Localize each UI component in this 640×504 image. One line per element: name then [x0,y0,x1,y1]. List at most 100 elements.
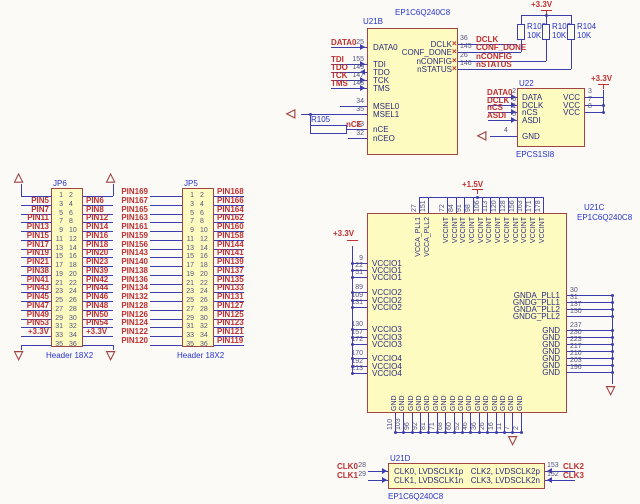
net-label: PIN11 [17,213,49,222]
pin-name: GND [466,393,474,411]
pin-number: 20 [69,271,77,279]
pin-number: 31 [184,323,194,331]
pin-direction-arrow [511,117,516,123]
pin-name: GND [441,393,449,411]
net-label: CLK2 [563,462,584,471]
u21c-pin-wire [352,307,367,308]
u22-pin-wire [585,112,603,113]
pin-name: GND [424,393,432,411]
pin-number: 131 [347,299,363,307]
u22-part-number: EPCS1SI8 [516,150,554,159]
pin-number: 3 [53,201,63,209]
pin-number: 68 [437,415,445,430]
pin-number: 52 [454,415,462,430]
net-label: PIN162 [217,213,244,222]
pin-number: 84 [448,199,456,212]
u22-vcc-bus [603,90,604,97]
pin-name: VCCINT [469,217,477,243]
header-pin-wire [150,257,182,258]
u21c-pin-wire [428,197,429,213]
pin-number: 36 [460,35,468,43]
ground-port-down: ▽ [106,349,115,361]
junction-dot [503,431,506,434]
net-label: PIN143 [116,248,148,257]
pin-number: 128 [500,199,508,212]
pin-number: 26 [200,297,208,305]
junction-dot [394,431,397,434]
net-label: PIN54 [86,318,108,327]
header-pin-wire [214,345,244,346]
net-label: PIN5 [17,196,49,205]
net-label: PIN15 [17,231,49,240]
net-label: PIN167 [116,196,148,205]
pin-name: VCCIO4 [372,369,402,378]
header-pin-wire [150,231,182,232]
pin-name: GND [483,393,491,411]
pin-number: 28 [69,306,77,314]
pin-number: 27 [184,306,194,314]
pin-number: 21 [184,280,194,288]
pin-number: 9 [53,227,63,235]
power-bar [347,240,358,241]
power-1v5-label: +1.5V [462,180,483,189]
power-port-up: △ [106,171,115,183]
pin-number: 13 [53,245,63,253]
pin-number: 72 [439,199,447,212]
pin-number: 1 [53,192,63,200]
net-label: PIN127 [217,301,244,310]
pin-number: 27 [411,199,419,212]
net-label: PIN163 [116,213,148,222]
net-label: nSTATUS [476,60,512,69]
u21c-pin-wire [352,344,367,345]
pin-name: GND [391,393,399,411]
net-label: PIN12 [86,213,108,222]
pullup-wire [546,15,547,24]
net-label: PIN20 [86,248,108,257]
pin-number: 15 [184,253,194,261]
net-label: PIN133 [217,283,244,292]
pin-name: GND [490,368,560,377]
net-label: PIN16 [86,231,108,240]
header-pin-wire [83,336,113,337]
pin-number: 91 [456,199,464,212]
pin-number: 51 [347,269,363,277]
header-pin-wire [150,301,182,302]
pin-number: 7 [184,218,194,226]
pin-number: 22 [200,280,208,288]
pin-number: 4 [69,201,73,209]
pullup-wire [546,40,547,61]
net-label: PIN132 [116,292,148,301]
pullup-resistor-body [517,24,525,40]
net-label: PIN139 [217,257,244,266]
net-label: PIN140 [116,257,148,266]
header-pin-wire [150,196,182,197]
junction-dot [402,431,405,434]
power-3v3-label: +3.3V [333,229,354,238]
pin-name: MSEL1 [373,110,399,119]
pin-number: 89 [347,284,363,292]
pin-number: 172 [347,336,363,344]
header-pin-wire [21,345,51,346]
pin-name: GND [408,393,416,411]
pin-number: 2 [200,192,204,200]
pin-number: 213 [347,365,363,373]
junction-dot [436,431,439,434]
pin-number: 46 [462,415,470,430]
pin-number: 96 [404,415,412,430]
net-label: PIN169 [116,187,148,196]
pin-number: 178 [535,199,543,212]
pin-number: 7 [504,415,512,430]
junction-dot [444,431,447,434]
pin-number: 60 [446,415,454,430]
pin-name: TMS [373,84,390,93]
pin-number: 11 [496,415,504,430]
pin-number: 6 [200,210,204,218]
pin-number: 22 [69,280,77,288]
pin-number: 110 [387,415,395,430]
pin-number: 25 [184,297,194,305]
pin-number: 4 [200,201,204,209]
pin-number: 151 [420,199,428,212]
net-label: PIN47 [17,301,49,310]
pin-number: 3 [588,88,592,96]
jp5-caption: Header 18X2 [177,351,224,360]
